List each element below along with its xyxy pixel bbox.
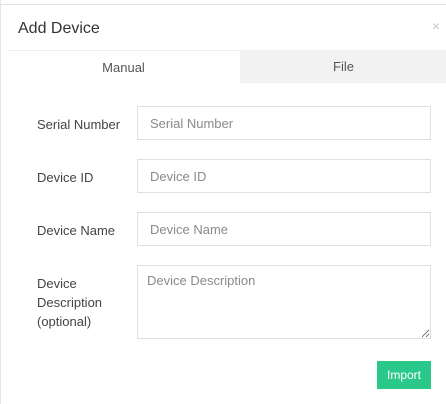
device-name-input[interactable]	[137, 212, 431, 246]
serial-number-label: Serial Number	[37, 117, 121, 132]
device-description-textarea[interactable]	[137, 265, 431, 339]
device-description-label-line1: Device	[37, 276, 77, 291]
import-button[interactable]: Import	[377, 361, 431, 389]
add-device-dialog: Add Device × Manual File Serial Number D…	[0, 0, 446, 404]
tab-bar: Manual File	[7, 50, 446, 83]
dialog-header: Add Device ×	[1, 5, 446, 50]
device-description-label-line3: (optional)	[37, 314, 92, 329]
device-description-label-line2: Description	[37, 295, 103, 310]
dialog-title: Add Device	[18, 20, 100, 37]
tab-manual[interactable]: Manual	[7, 50, 240, 83]
serial-number-input[interactable]	[137, 106, 431, 140]
close-icon[interactable]: ×	[432, 19, 440, 33]
device-id-input[interactable]	[137, 159, 431, 193]
tab-file[interactable]: File	[240, 50, 446, 83]
device-description-label: Device Description (optional)	[37, 274, 102, 331]
device-id-label: Device ID	[37, 170, 94, 185]
device-name-label: Device Name	[37, 223, 116, 238]
